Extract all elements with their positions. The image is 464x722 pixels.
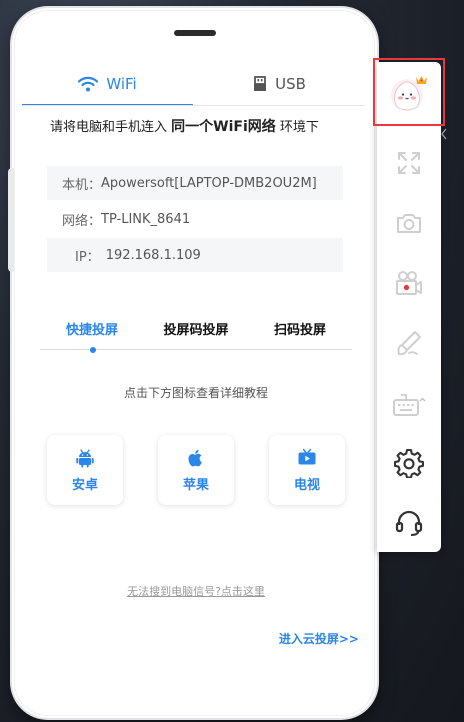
tab-usb[interactable]: USB xyxy=(194,63,365,105)
camera-icon xyxy=(397,214,421,233)
video-record-icon xyxy=(396,271,422,295)
android-icon xyxy=(76,448,94,467)
tab-usb-label: USB xyxy=(275,75,306,93)
network-row: 网络： TP-LINK_8641 xyxy=(47,202,343,236)
drag-handle[interactable] xyxy=(174,30,216,36)
usb-icon xyxy=(254,76,267,91)
tabs-divider xyxy=(22,105,365,106)
avatar-highlight-box xyxy=(373,58,445,126)
brush-icon xyxy=(397,331,421,356)
settings-button[interactable] xyxy=(390,446,428,480)
tab-wifi[interactable]: WiFi xyxy=(22,63,193,106)
tab-scan-cast[interactable]: 扫码投屏 xyxy=(248,308,352,348)
connect-instruction: 请将电脑和手机连入 同一个WiFi网络 环境下 xyxy=(50,119,319,135)
apple-icon xyxy=(188,449,202,466)
tv-button[interactable]: 电视 xyxy=(269,435,345,505)
wifi-icon xyxy=(78,76,99,92)
tutorial-hint: 点击下方图标查看详细教程 xyxy=(123,386,268,400)
fullscreen-button[interactable] xyxy=(390,146,428,180)
screenshot-button[interactable] xyxy=(390,206,428,240)
cant-find-signal-link[interactable]: 无法搜到电脑信号?点击这里 xyxy=(40,583,352,599)
same-wifi-emphasis: 同一个WiFi网络 xyxy=(171,119,276,135)
cast-mode-tabs: 快捷投屏 投屏码投屏 扫码投屏 xyxy=(40,308,352,352)
mode-divider xyxy=(40,349,352,350)
record-button[interactable] xyxy=(390,266,428,300)
ip-label: IP： xyxy=(75,249,100,265)
android-button[interactable]: 安卓 xyxy=(47,435,123,505)
tv-icon xyxy=(298,448,316,464)
collapse-sidebar-icon[interactable] xyxy=(440,128,452,144)
tab-code-cast[interactable]: 投屏码投屏 xyxy=(144,308,248,348)
keyboard-button[interactable] xyxy=(390,388,428,422)
host-label: 本机： xyxy=(62,177,102,193)
tv-label: 电视 xyxy=(293,477,320,493)
cloud-cast-link[interactable]: 进入云投屏>> xyxy=(279,630,359,647)
apple-button[interactable]: 苹果 xyxy=(158,435,234,505)
headset-icon xyxy=(395,510,423,536)
tab-quick-cast[interactable]: 快捷投屏 xyxy=(40,308,144,348)
annotate-button[interactable] xyxy=(390,326,428,360)
tab-wifi-label: WiFi xyxy=(106,75,137,93)
android-label: 安卓 xyxy=(71,477,98,493)
connection-tabs: WiFi USB xyxy=(22,63,365,106)
keyboard-icon xyxy=(393,394,426,416)
apple-label: 苹果 xyxy=(182,477,209,493)
panel-side-tab xyxy=(8,168,14,272)
active-mode-dot xyxy=(90,347,96,353)
host-row: 本机： Apowersoft[LAPTOP-DMB2OU2M] xyxy=(47,166,343,200)
settings-icon xyxy=(394,448,424,478)
phone-panel: WiFi USB 请将电脑和手机连入 同一个WiFi网络 环境下 本机： Apo… xyxy=(12,8,377,718)
network-value: TP-LINK_8641 xyxy=(101,211,191,227)
ip-row: IP： 192.168.1.109 xyxy=(47,238,343,272)
ip-value: 192.168.1.109 xyxy=(105,247,201,263)
host-value: Apowersoft[LAPTOP-DMB2OU2M] xyxy=(101,175,317,191)
fullscreen-icon xyxy=(398,152,420,174)
network-label: 网络： xyxy=(62,213,102,229)
support-button[interactable] xyxy=(390,506,428,540)
